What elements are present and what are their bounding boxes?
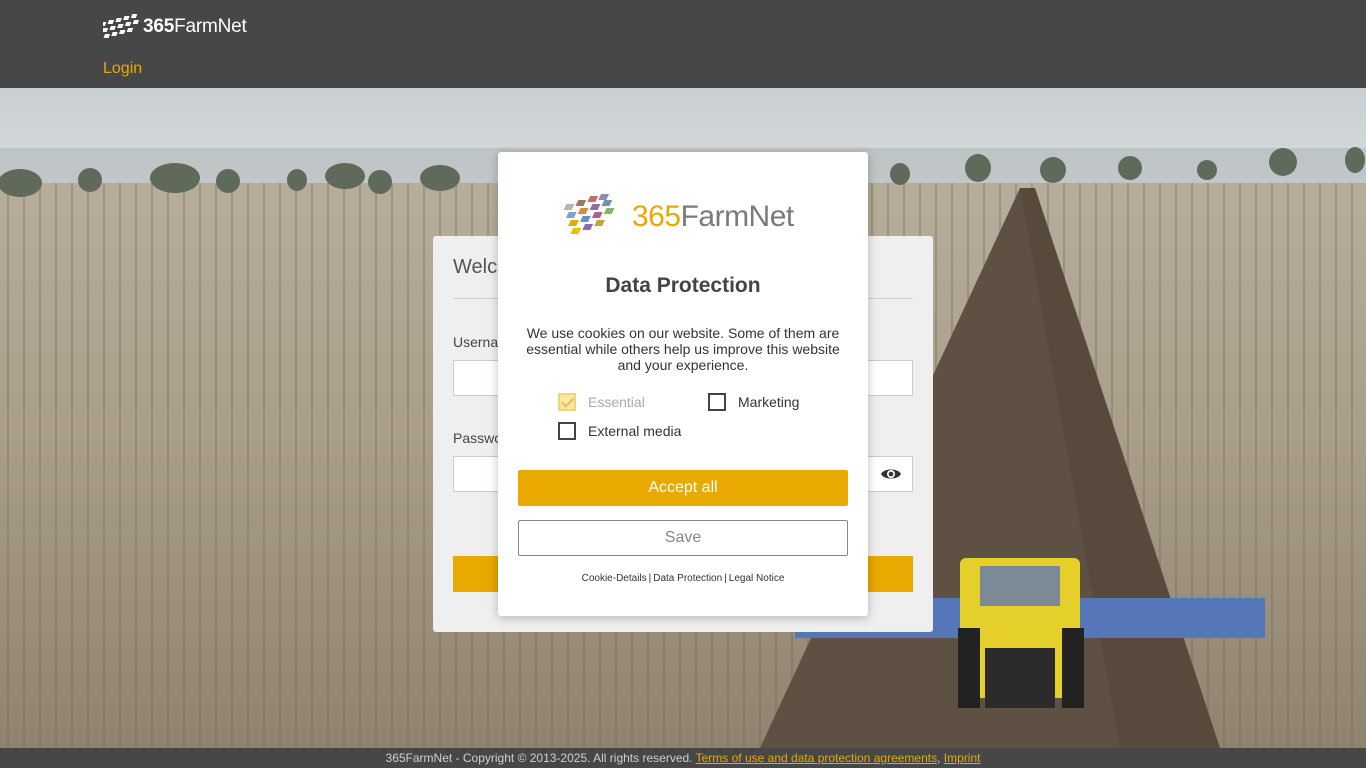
imprint-link[interactable]: Imprint	[944, 751, 981, 765]
external-media-checkbox[interactable]	[558, 422, 576, 440]
terms-link[interactable]: Terms of use and data protection agreeme…	[696, 751, 937, 765]
modal-logo-text: 365FarmNet	[632, 200, 794, 234]
farm-grid-logo-icon	[563, 194, 615, 234]
option-marketing[interactable]: Marketing	[708, 393, 799, 411]
modal-title: Data Protection	[605, 274, 761, 297]
modal-footer-links: Cookie-Details | Data Protection | Legal Not…	[498, 573, 868, 584]
cookie-details-link[interactable]: Cookie-Details	[582, 573, 647, 584]
login-title: Welc	[453, 256, 498, 278]
header-logo-num: 365	[143, 16, 175, 37]
link-separator: |	[648, 573, 652, 584]
link-separator: |	[724, 573, 727, 584]
eye-icon[interactable]	[880, 465, 902, 483]
legal-notice-link[interactable]: Legal Notice	[729, 573, 785, 584]
nav-login-link[interactable]: Login	[103, 60, 142, 78]
username-label: Userna	[453, 334, 499, 350]
header-logo-name: FarmNet	[174, 16, 247, 37]
marketing-label[interactable]: Marketing	[738, 394, 799, 410]
option-external-media[interactable]: External media	[558, 422, 681, 440]
external-media-label[interactable]: External media	[588, 423, 681, 439]
header-logo[interactable]: 365FarmNet	[103, 12, 247, 42]
page-footer: 365FarmNet - Copyright © 2013-2025. All …	[0, 748, 1366, 768]
footer-copyright: 365FarmNet - Copyright © 2013-2025. All …	[385, 751, 693, 765]
data-protection-link[interactable]: Data Protection	[653, 573, 722, 584]
modal-logo: 365FarmNet	[558, 192, 808, 242]
farm-grid-logo-icon	[103, 14, 140, 38]
header-logo-text: 365FarmNet	[143, 16, 247, 38]
accept-all-button[interactable]: Accept all	[518, 470, 848, 506]
footer-separator: ,	[937, 751, 941, 765]
modal-logo-name: FarmNet	[680, 200, 795, 233]
save-button[interactable]: Save	[518, 520, 848, 556]
modal-description: We use cookies on our website. Some of t…	[526, 325, 840, 373]
essential-label: Essential	[588, 394, 645, 410]
password-label: Passwo	[453, 430, 503, 446]
top-header: 365FarmNet Login	[0, 0, 1366, 88]
data-protection-modal: 365FarmNet Data Protection We use cookie…	[498, 152, 868, 616]
modal-logo-num: 365	[632, 200, 681, 233]
essential-checkbox	[558, 393, 576, 411]
option-essential: Essential	[558, 393, 645, 411]
marketing-checkbox[interactable]	[708, 393, 726, 411]
